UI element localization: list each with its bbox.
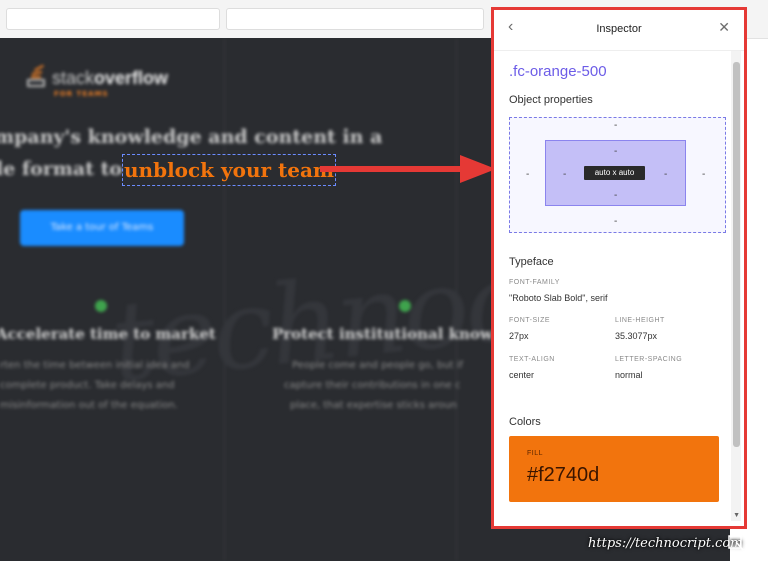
hero-heading-line2: le format to <box>0 158 123 180</box>
padding-left-value: - <box>563 169 567 180</box>
feature-desc-line: misinformation out of the equation. <box>0 400 178 411</box>
toolbar-field[interactable] <box>226 8 484 30</box>
fill-color-value: #f2740d <box>527 464 600 486</box>
inspector-panel: ‹ Inspector ✕ ▼ .fc-orange-500 Object pr… <box>491 7 747 529</box>
font-family-label: FONT-FAMILY <box>509 279 560 286</box>
take-tour-button[interactable]: Take a tour of Teams <box>20 210 184 246</box>
scroll-down-icon[interactable]: ▼ <box>733 512 740 519</box>
line-height-value: 35.3077px <box>615 331 658 341</box>
feature-title: Accelerate time to market <box>0 325 216 343</box>
pointer-icon <box>728 535 744 551</box>
inspected-text-highlight[interactable]: unblock your team <box>122 154 337 186</box>
feature-desc-line: capture their contributions in one c <box>284 380 461 391</box>
feature-desc-line: complete product. Take delays and <box>0 380 175 391</box>
margin-left-value: - <box>526 169 530 180</box>
margin-right-value: - <box>702 169 706 180</box>
padding-bottom-value: - <box>614 190 618 201</box>
css-selector-name: .fc-orange-500 <box>509 63 607 80</box>
margin-top-value: - <box>614 120 618 131</box>
inspector-header: ‹ Inspector ✕ <box>494 10 744 51</box>
font-size-label: FONT-SIZE <box>509 317 551 324</box>
inspector-title: Inspector <box>596 23 642 35</box>
feature-desc-line: place, that expertise sticks aroun <box>290 400 457 411</box>
letter-spacing-label: LETTER-SPACING <box>615 356 683 363</box>
close-icon[interactable]: ✕ <box>718 19 730 36</box>
feature-dot-icon <box>399 300 411 312</box>
margin-bottom-value: - <box>614 216 618 227</box>
feature-desc-line: People come and people go, but if <box>292 360 464 371</box>
scrollbar-thumb[interactable] <box>733 62 740 447</box>
watermark-url: https://technocript.com <box>588 536 743 551</box>
logo-subtitle: FOR TEAMS <box>54 90 109 98</box>
section-title-typeface: Typeface <box>509 256 554 268</box>
line-height-label: LINE-HEIGHT <box>615 317 665 324</box>
padding-right-value: - <box>664 169 668 180</box>
text-align-label: TEXT-ALIGN <box>509 356 555 363</box>
red-arrow-icon <box>320 155 496 183</box>
padding-top-value: - <box>614 146 618 157</box>
stackoverflow-logo-icon <box>27 64 45 87</box>
fill-label: FILL <box>527 450 544 457</box>
fill-color-swatch[interactable]: FILL #f2740d <box>509 436 719 502</box>
feature-dot-icon <box>95 300 107 312</box>
font-size-value: 27px <box>509 331 529 341</box>
logo-wordmark[interactable]: stackoverflow <box>52 68 168 89</box>
content-size-badge: auto x auto <box>584 166 645 180</box>
text-align-value: center <box>509 370 535 380</box>
feature-desc-line: rten the time between initial idea and <box>0 360 190 371</box>
section-title-colors: Colors <box>509 416 541 428</box>
letter-spacing-value: normal <box>615 370 643 380</box>
toolbar-field[interactable] <box>6 8 220 30</box>
font-family-value: "Roboto Slab Bold", serif <box>509 293 608 303</box>
hero-heading-line1: mpany's knowledge and content in a <box>0 126 383 148</box>
feature-title: Protect institutional know <box>272 325 493 343</box>
section-title-object-properties: Object properties <box>509 94 593 106</box>
